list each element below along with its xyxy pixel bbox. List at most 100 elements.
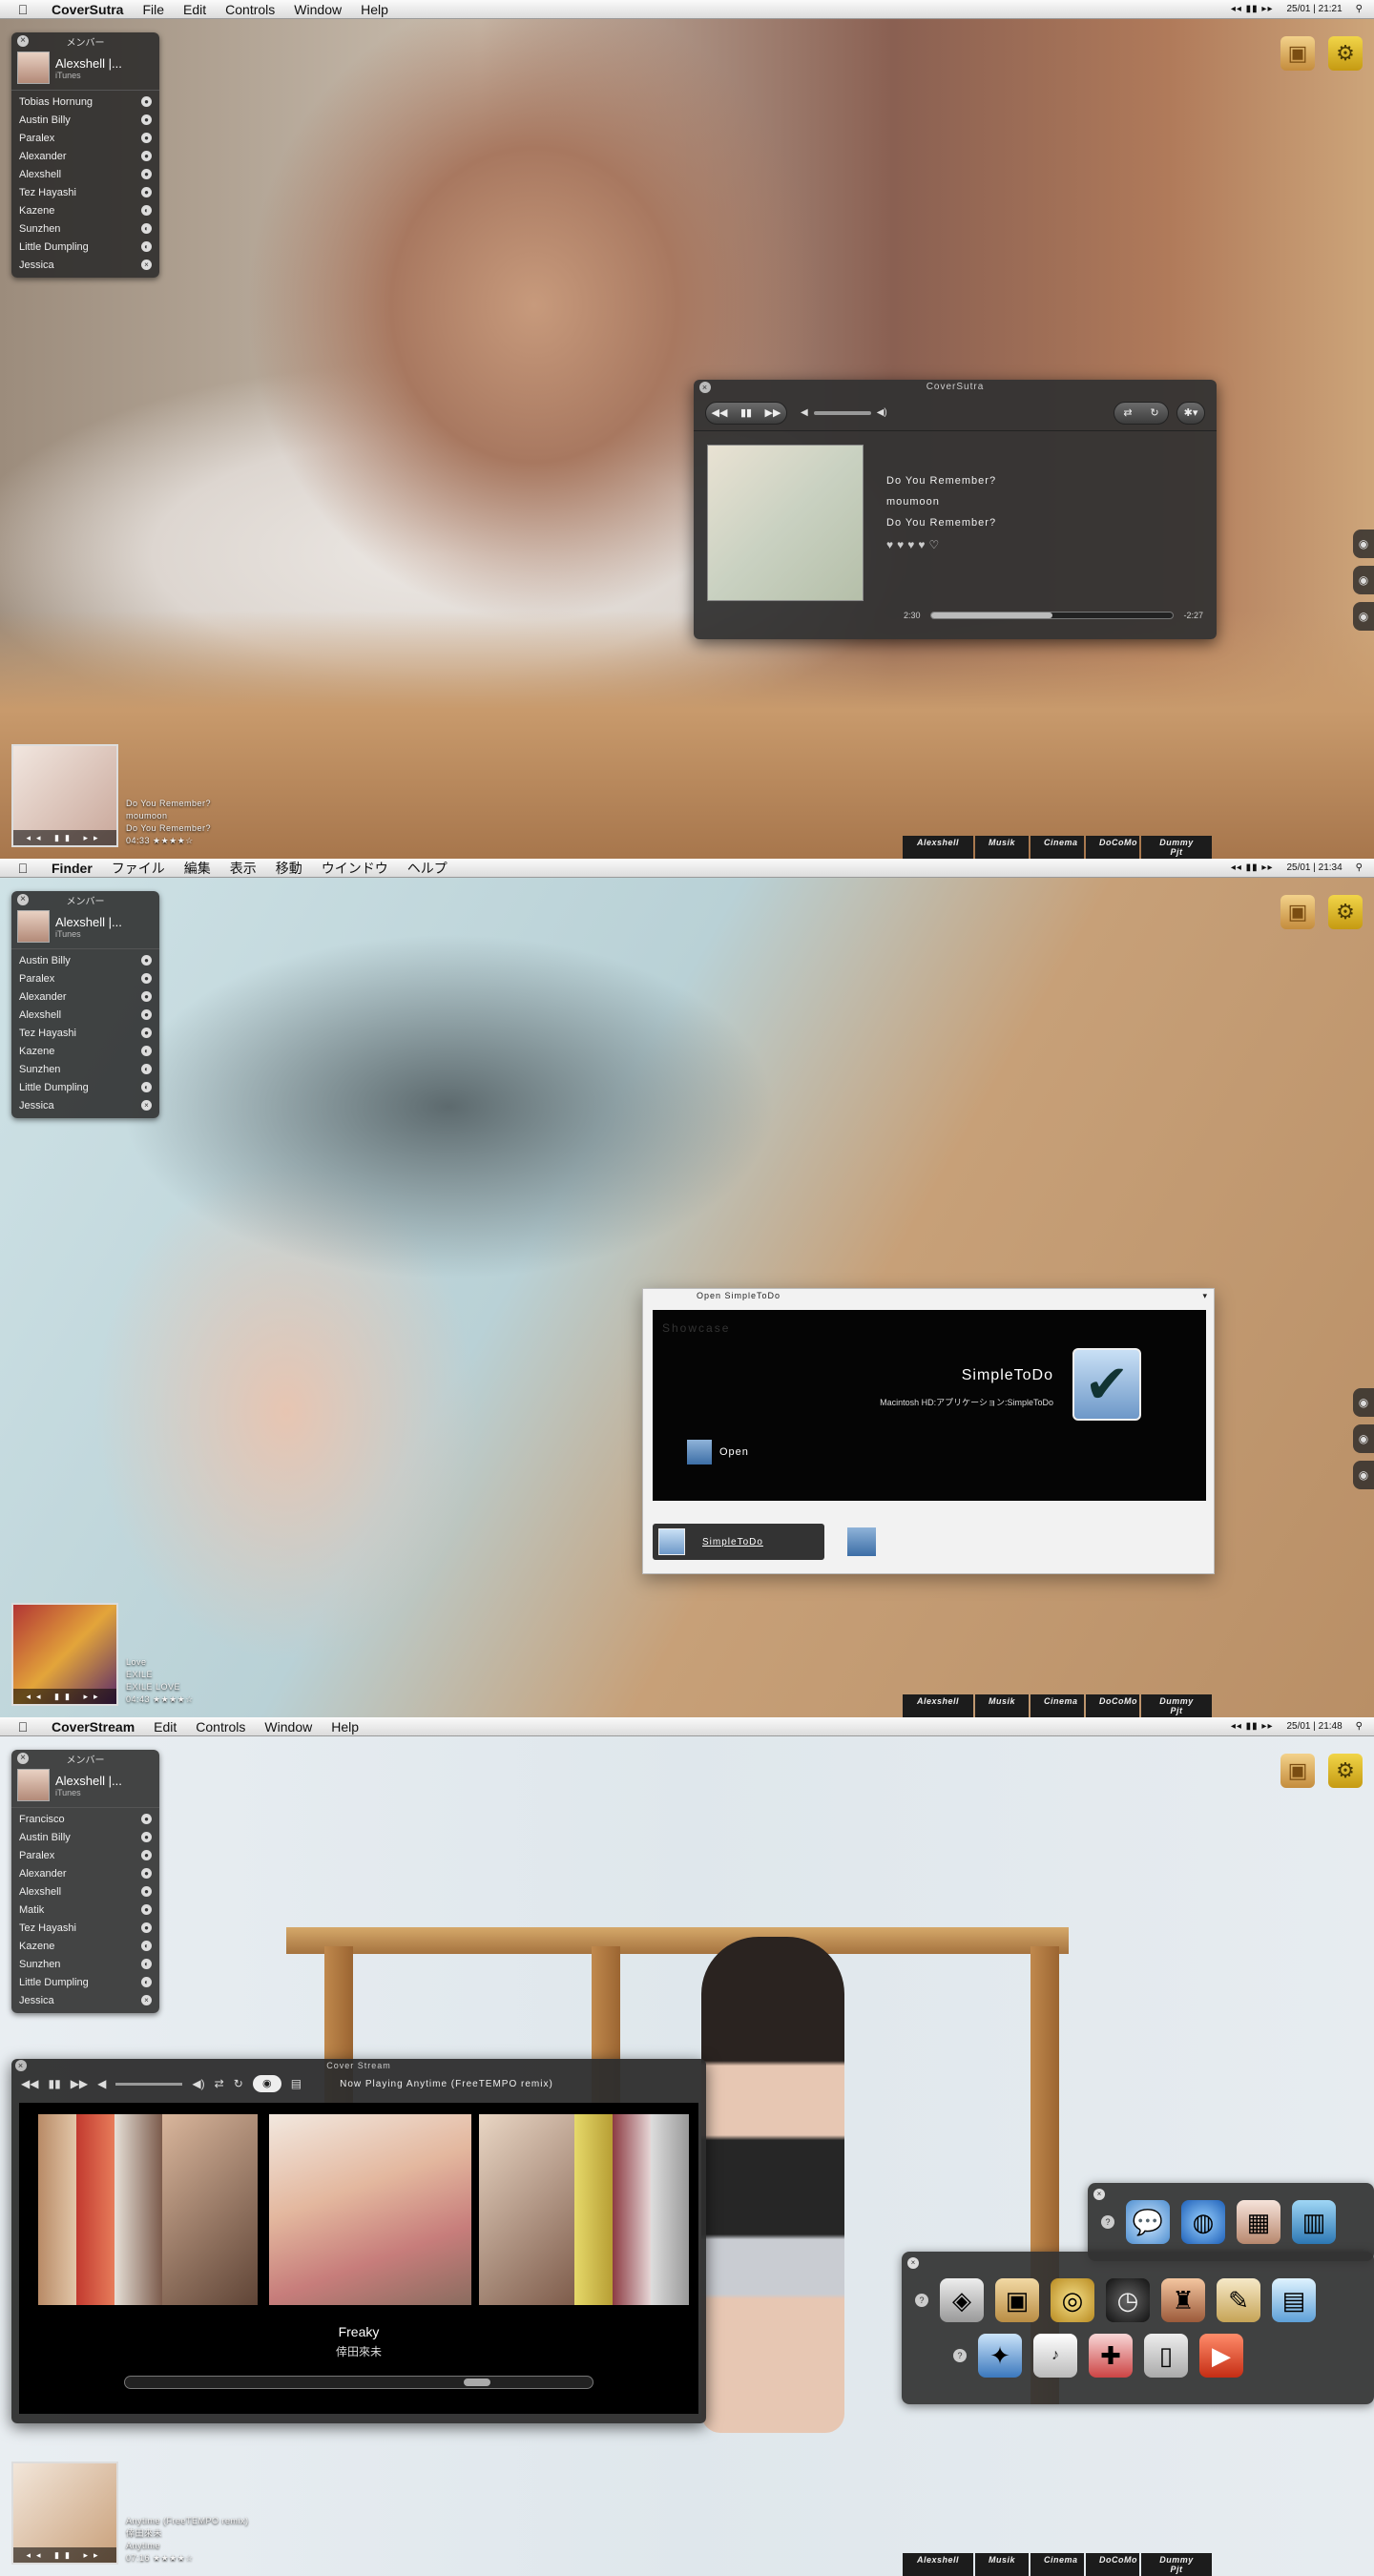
menu-controls[interactable]: Controls [186,1719,255,1735]
menu-go[interactable]: 移動 [266,859,312,878]
playback-controls[interactable]: ◂◂ ▮▮ ▸▸ [1231,862,1274,873]
installer-icon[interactable]: ▣ [995,2278,1039,2322]
list-item[interactable]: Paralex ● [11,1846,159,1864]
clock-icon[interactable]: ◷ [1106,2278,1150,2322]
playback-controls[interactable]: ◂◂ ▮▮ ▸▸ [1231,4,1274,14]
list-item[interactable]: Alexander ● [11,987,159,1006]
tab-docomo[interactable]: DoCoMo [1086,2553,1139,2576]
list-item[interactable]: Tez Hayashi ● [11,183,159,201]
side-button-icon[interactable]: ◉ [1353,1461,1374,1489]
volume-slider[interactable]: ◀ ◀) [801,407,887,418]
repeat-icon[interactable]: ↻ [1141,406,1168,419]
close-icon[interactable]: × [17,894,29,905]
music-source[interactable]: iTunes [55,929,122,939]
tab-cinema[interactable]: Cinema [1030,1694,1084,1717]
menu-view[interactable]: 表示 [220,859,266,878]
menu-app-name[interactable]: CoverSutra [34,2,133,17]
apple-icon[interactable]:  [11,1719,34,1735]
list-item[interactable]: Alexshell ● [11,165,159,183]
tab-dummy-pjt[interactable]: Dummy Pjt [1141,1694,1212,1717]
box-icon[interactable]: ◈ [940,2278,984,2322]
shuffle-icon[interactable]: ⇄ [215,2077,224,2090]
next-icon[interactable]: ▶▶ [71,2077,88,2090]
spotlight-icon[interactable]: ⚲ [1356,1721,1363,1732]
forklift-icon[interactable]: ⚙ [1328,895,1363,929]
list-icon[interactable]: ▤ [291,2077,302,2090]
screens-icon[interactable]: ▯ [1144,2334,1188,2378]
list-item[interactable]: Tez Hayashi ● [11,1024,159,1042]
close-icon[interactable]: × [17,35,29,47]
chevron-down-icon[interactable]: ▾ [1202,1289,1208,1302]
eye-icon[interactable]: ◉ [252,2075,281,2092]
menu-edit[interactable]: Edit [144,1719,186,1735]
album-cover[interactable] [162,2114,258,2305]
package-icon[interactable]: ▣ [1280,1754,1315,1788]
menu-edit[interactable]: Edit [174,2,216,17]
menubar-clock[interactable]: 25/01 | 21:21 [1286,4,1342,14]
tab-docomo[interactable]: DoCoMo [1086,836,1139,859]
coins-icon[interactable]: ◎ [1051,2278,1094,2322]
album-cover[interactable] [479,2114,574,2305]
my-name[interactable]: Alexshell |... [55,915,122,929]
simpletodo-app-icon[interactable]: ✔ [1072,1348,1141,1421]
menu-app-name[interactable]: Finder [34,861,102,876]
store-icon[interactable]: ▥ [1292,2200,1336,2244]
menu-help[interactable]: Help [322,1719,368,1735]
next-icon[interactable]: ▶▶ [760,406,786,419]
list-item[interactable]: Alexshell ● [11,1006,159,1024]
progress-track[interactable] [929,612,1175,619]
volume-slider[interactable] [115,2082,183,2086]
menu-file[interactable]: File [133,2,174,17]
globe-icon[interactable]: ◍ [1181,2200,1225,2244]
cover-scrollbar[interactable] [124,2376,593,2389]
list-item[interactable]: Alexshell ● [11,1882,159,1901]
side-button-icon[interactable]: ◉ [1353,530,1374,558]
menu-file[interactable]: ファイル [102,859,175,878]
tab-musik[interactable]: Musik [975,1694,1029,1717]
list-item[interactable]: Paralex ● [11,129,159,147]
list-item[interactable]: Austin Billy ● [11,951,159,969]
stamp-icon[interactable]: ♜ [1161,2278,1205,2322]
album-cover[interactable] [707,445,864,601]
menu-window[interactable]: ウインドウ [312,859,398,878]
list-item[interactable]: Tobias Hornung ● [11,93,159,111]
scroll-thumb[interactable] [464,2379,490,2386]
keyboard-plus-icon[interactable]: ✚ [1089,2334,1133,2378]
list-item[interactable]: Austin Billy ● [11,1828,159,1846]
list-item[interactable]: Kazene ◐ [11,1042,159,1060]
shuffle-icon[interactable]: ⇄ [1114,406,1141,419]
list-item[interactable]: Sunzhen ◐ [11,1955,159,1973]
apple-icon[interactable]:  [11,861,34,876]
album-cover[interactable] [574,2114,613,2305]
album-cover[interactable] [651,2114,689,2305]
menubar-clock[interactable]: 25/01 | 21:48 [1286,1721,1342,1732]
album-art[interactable]: ◂◂ ▮▮ ▸▸ [11,1603,118,1706]
tab-alexshell[interactable]: Alexshell [903,836,973,859]
package-icon[interactable]: ▣ [1280,36,1315,71]
tab-dummy-pjt[interactable]: Dummy Pjt [1141,836,1212,859]
my-name[interactable]: Alexshell |... [55,1774,122,1788]
album-cover[interactable] [38,2114,76,2305]
pause-icon[interactable]: ▮▮ [733,406,760,419]
youtube-tv-icon[interactable]: ▶ [1199,2334,1243,2378]
tools-icon[interactable]: ✦ [978,2334,1022,2378]
mini-controls[interactable]: ◂◂ ▮▮ ▸▸ [13,1689,116,1704]
list-item[interactable]: Sunzhen ◐ [11,1060,159,1078]
list-item[interactable]: Kazene ◐ [11,201,159,219]
tab-alexshell[interactable]: Alexshell [903,1694,973,1717]
tab-musik[interactable]: Musik [975,836,1029,859]
menu-app-name[interactable]: CoverStream [34,1719,144,1735]
tab-dummy-pjt[interactable]: Dummy Pjt [1141,2553,1212,2576]
list-item[interactable]: Sunzhen ◐ [11,219,159,238]
help-icon[interactable]: ? [1101,2215,1114,2229]
pause-icon[interactable]: ▮▮ [48,2077,60,2090]
list-item[interactable]: Little Dumpling ◐ [11,1078,159,1096]
side-button-icon[interactable]: ◉ [1353,1388,1374,1417]
forklift-icon[interactable]: ⚙ [1328,36,1363,71]
list-item[interactable]: Tez Hayashi ● [11,1919,159,1937]
menu-controls[interactable]: Controls [216,2,284,17]
menu-help[interactable]: ヘルプ [398,859,457,878]
list-item[interactable]: Alexander ● [11,1864,159,1882]
album-cover[interactable] [114,2114,162,2305]
chat-icon[interactable]: 💬 [1126,2200,1170,2244]
